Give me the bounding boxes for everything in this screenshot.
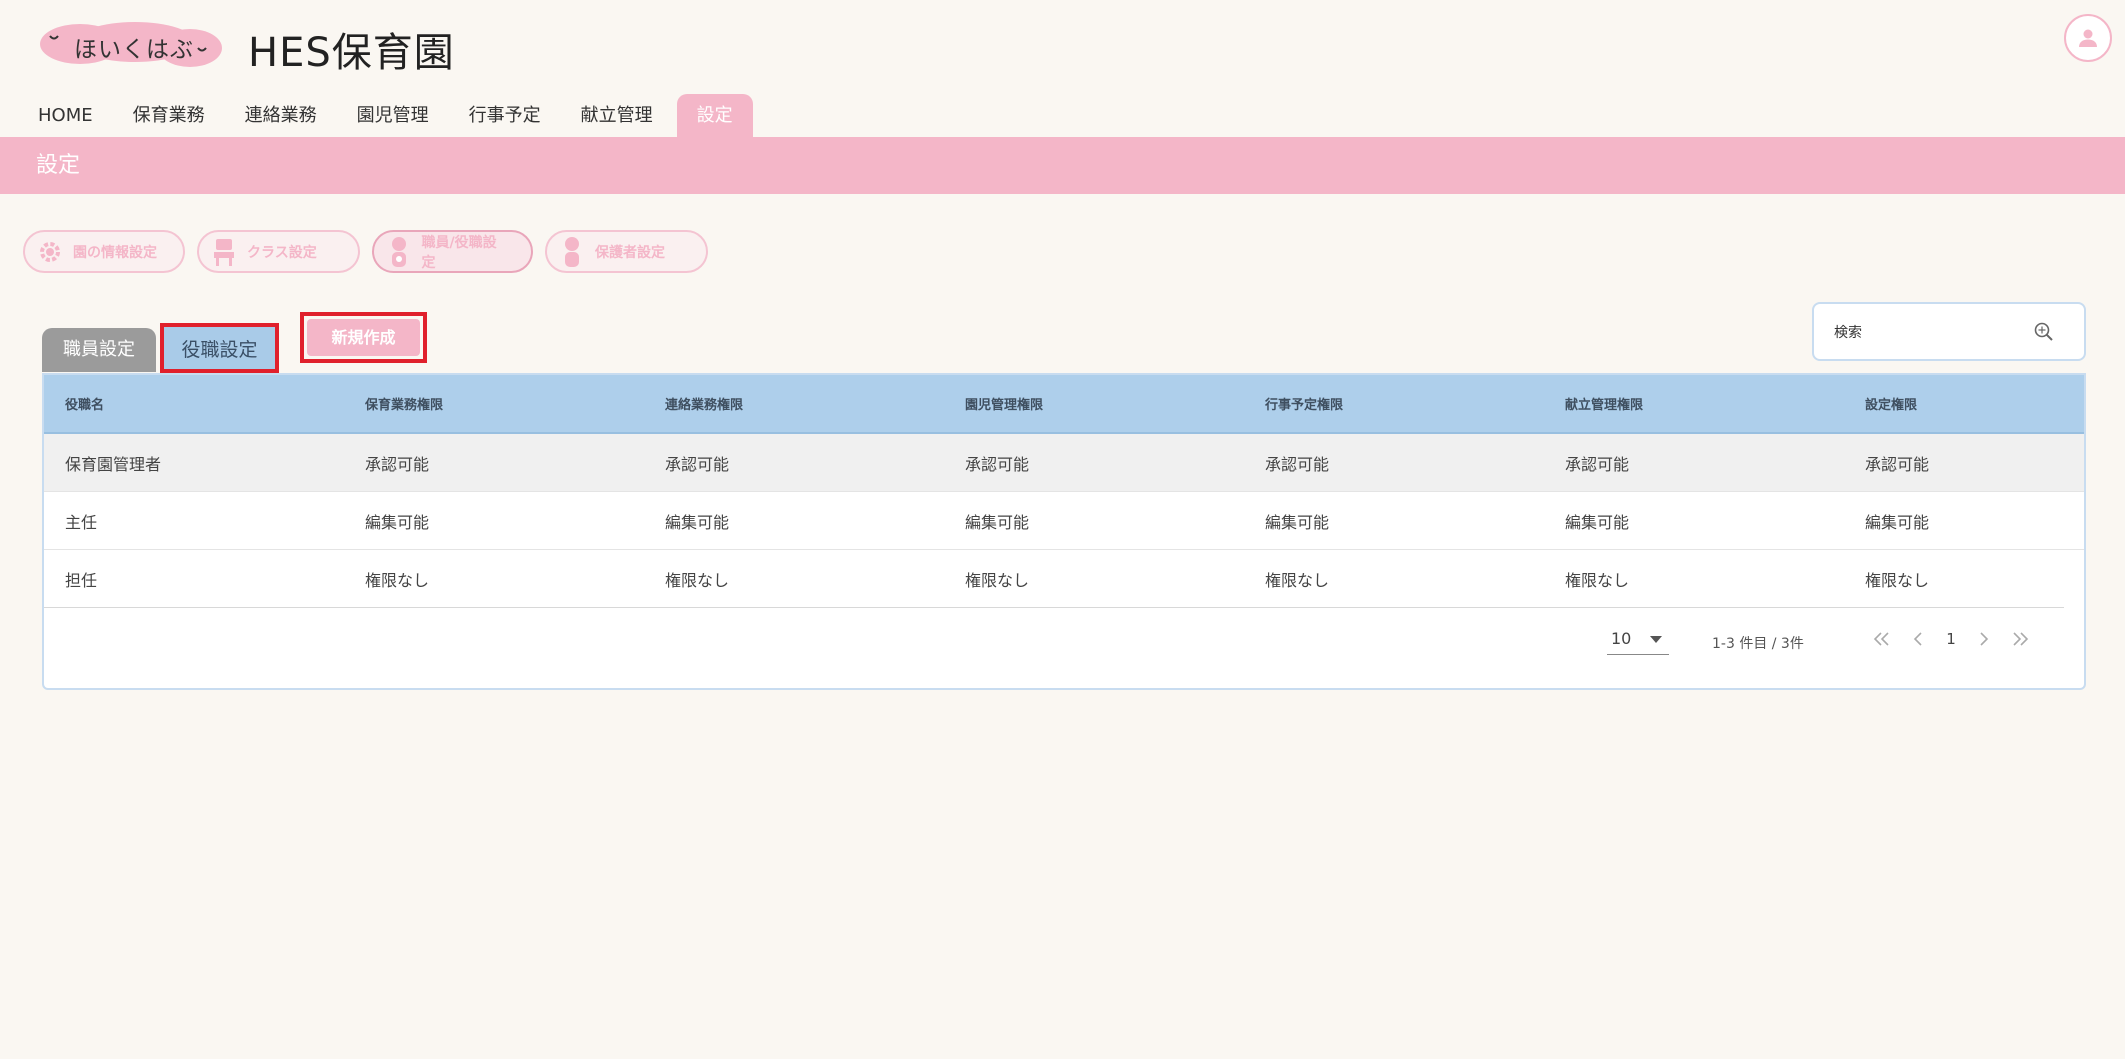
nav-item-settings[interactable]: 設定 — [676, 94, 753, 137]
table-cell: 編集可能 — [965, 512, 1030, 532]
pagination-controls: 1 — [1864, 621, 2038, 657]
staff-role-settings-label: 職員/役職設定 — [421, 234, 497, 271]
table-cell: 編集可能 — [1565, 512, 1630, 532]
column-header[interactable]: 園児管理権限 — [965, 375, 1043, 432]
table-row[interactable]: 保育園管理者 承認可能 承認可能 承認可能 承認可能 承認可能 承認可能 — [44, 434, 2084, 492]
table-cell: 保育園管理者 — [65, 454, 162, 474]
school-info-settings-label: 園の情報設定 — [73, 244, 157, 261]
tab-role-settings[interactable]: 役職設定 — [160, 323, 279, 373]
table-cell: 承認可能 — [365, 454, 430, 474]
rows-per-page-value: 10 — [1611, 629, 1632, 648]
staff-icon — [386, 236, 412, 267]
first-page-icon[interactable] — [1864, 621, 1900, 657]
chevron-down-icon — [1650, 636, 1662, 643]
table-cell: 権限なし — [1865, 570, 1930, 590]
current-page-number[interactable]: 1 — [1936, 621, 1966, 657]
logo-text: ほいくはぶ — [74, 37, 194, 63]
column-header[interactable]: 連絡業務権限 — [665, 375, 743, 432]
page-brand-title: HES保育園 — [248, 30, 455, 76]
app-header: ほいくはぶ HES保育園 — [0, 0, 2125, 92]
column-header[interactable]: 保育業務権限 — [365, 375, 443, 432]
table-cell: 主任 — [65, 512, 98, 532]
tab-staff-settings[interactable]: 職員設定 — [42, 328, 156, 372]
table-cell: 担任 — [65, 570, 98, 590]
search-icon[interactable] — [2032, 320, 2056, 348]
nav-item-menu[interactable]: 献立管理 — [561, 94, 673, 137]
parent-icon — [559, 236, 585, 267]
create-new-button[interactable]: 新規作成 — [307, 319, 420, 356]
nav-item-contact[interactable]: 連絡業務 — [225, 94, 337, 137]
table-row[interactable]: 担任 権限なし 権限なし 権限なし 権限なし 権限なし 権限なし — [44, 550, 2064, 608]
table-cell: 編集可能 — [1265, 512, 1330, 532]
table-cell: 承認可能 — [665, 454, 730, 474]
staff-role-settings-button[interactable]: 職員/役職設定 — [372, 230, 533, 273]
table-cell: 承認可能 — [1265, 454, 1330, 474]
rows-per-page-select[interactable]: 10 — [1607, 625, 1669, 655]
nav-item-children[interactable]: 園児管理 — [337, 94, 449, 137]
table-cell: 権限なし — [1565, 570, 1630, 590]
role-table: 役職名 保育業務権限 連絡業務権限 園児管理権限 行事予定権限 献立管理権限 設… — [42, 373, 2086, 690]
table-cell: 権限なし — [665, 570, 730, 590]
nav-item-childcare[interactable]: 保育業務 — [113, 94, 225, 137]
parent-settings-label: 保護者設定 — [595, 244, 665, 261]
table-cell: 編集可能 — [365, 512, 430, 532]
table-cell: 権限なし — [1265, 570, 1330, 590]
search-input[interactable] — [1834, 322, 2024, 344]
last-page-icon[interactable] — [2002, 621, 2038, 657]
table-cell: 権限なし — [965, 570, 1030, 590]
school-info-settings-button[interactable]: 園の情報設定 — [23, 230, 185, 273]
class-icon — [211, 237, 237, 267]
column-header[interactable]: 行事予定権限 — [1265, 375, 1343, 432]
next-page-icon[interactable] — [1966, 621, 2002, 657]
table-cell: 権限なし — [365, 570, 430, 590]
table-header: 役職名 保育業務権限 連絡業務権限 園児管理権限 行事予定権限 献立管理権限 設… — [44, 375, 2084, 434]
new-button-highlight: 新規作成 — [300, 312, 427, 363]
table-row[interactable]: 主任 編集可能 編集可能 編集可能 編集可能 編集可能 編集可能 — [44, 492, 2084, 550]
main-nav: HOME 保育業務 連絡業務 園児管理 行事予定 献立管理 設定 — [0, 94, 753, 137]
table-cell: 承認可能 — [1565, 454, 1630, 474]
prev-page-icon[interactable] — [1900, 621, 1936, 657]
settings-category-bar: 園の情報設定 クラス設定 職員/役職設定 保護者設定 — [23, 230, 708, 273]
table-cell: 編集可能 — [1865, 512, 1930, 532]
table-cell: 編集可能 — [665, 512, 730, 532]
gear-icon — [37, 237, 63, 267]
nav-item-events[interactable]: 行事予定 — [449, 94, 561, 137]
table-cell: 承認可能 — [1865, 454, 1930, 474]
parent-settings-button[interactable]: 保護者設定 — [545, 230, 708, 273]
column-header[interactable]: 役職名 — [65, 375, 104, 432]
search-box — [1812, 302, 2086, 361]
user-avatar-button[interactable] — [2064, 14, 2112, 62]
class-settings-label: クラス設定 — [247, 244, 317, 261]
logo[interactable]: ほいくはぶ — [40, 22, 222, 68]
pagination-range: 1-3 件目 / 3件 — [1712, 636, 1804, 652]
class-settings-button[interactable]: クラス設定 — [197, 230, 360, 273]
user-icon — [2079, 29, 2097, 47]
page-title: 設定 — [0, 137, 2125, 194]
table-cell: 承認可能 — [965, 454, 1030, 474]
nav-item-home[interactable]: HOME — [0, 94, 113, 137]
column-header[interactable]: 設定権限 — [1865, 375, 1917, 432]
column-header[interactable]: 献立管理権限 — [1565, 375, 1643, 432]
